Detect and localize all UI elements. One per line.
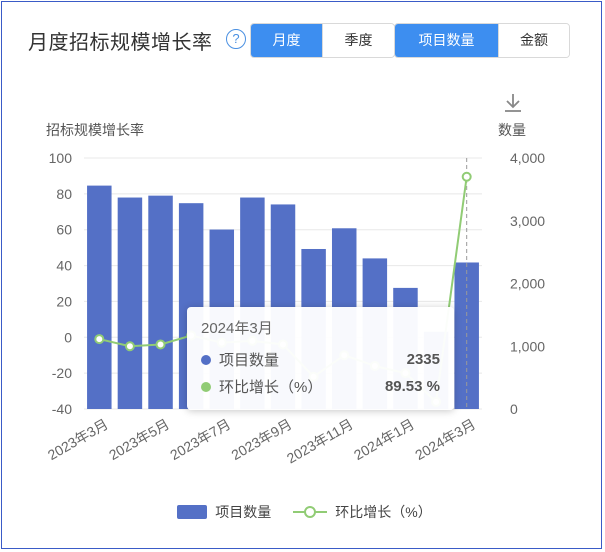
y-right-axis-label: 数量 [498,122,526,138]
growth-point [155,339,166,350]
y-right-tick-label: 3,000 [510,213,545,229]
y-right-tick-label: 1,000 [510,338,545,354]
x-tick-label: 2023年11月 [284,416,356,467]
y-right-tick-label: 2,000 [510,276,545,292]
x-tick-label: 2023年9月 [229,416,295,463]
tooltip-value: 89.53 % [384,378,440,395]
x-tick-label: 2023年7月 [167,416,233,463]
tooltip-row: 项目数量 2335 [201,346,440,373]
tooltip-value: 2335 [406,351,440,368]
bar [148,195,173,409]
growth-point [94,334,105,345]
chart-tooltip: 2024年3月 项目数量 2335 环比增长（%） 89.53 % [187,307,454,410]
y-left-tick-label: -40 [52,401,72,417]
y-right-tick-label: 0 [510,401,518,417]
bar [117,197,143,409]
legend-item-growth[interactable]: 环比增长（%） [293,502,432,522]
bar [87,185,112,409]
y-right-tick-label: 4,000 [510,150,545,166]
x-tick-label: 2023年5月 [106,416,172,463]
y-left-tick-label: 80 [56,186,72,202]
chart-card: 月度招标规模增长率 ? 月度 季度 项目数量 金额 -40 -20 0 20 40 60 8… [1,1,602,549]
y-left-tick-label: 100 [49,150,73,166]
y-left-tick-label: 20 [56,293,72,309]
tooltip-row: 环比增长（%） 89.53 % [201,373,440,400]
y-left-tick-label: 60 [56,222,72,238]
tooltip-title: 2024年3月 [201,320,273,337]
legend-label: 环比增长（%） [335,504,432,520]
legend-item-count[interactable]: 项目数量 [177,502,271,522]
tooltip-marker-icon [201,354,211,365]
x-tick-label: 2023年3月 [45,416,111,463]
y-left-tick-label: 40 [56,258,72,274]
growth-point [461,171,472,182]
tooltip-label: 环比增长（%） [219,379,323,396]
growth-point [124,341,135,352]
legend-bar-swatch-icon [177,505,208,519]
x-tick-label: 2024年1月 [351,416,417,463]
legend-label: 项目数量 [215,504,272,520]
chart-legend: 项目数量 环比增长（%） [2,502,605,522]
y-left-tick-label: 0 [64,329,72,345]
tooltip-marker-icon [201,381,211,392]
y-left-tick-label: -20 [52,365,72,381]
y-left-axis-label: 招标规模增长率 [46,122,144,138]
tooltip-label: 项目数量 [219,352,280,369]
x-tick-label: 2024年3月 [412,416,478,463]
chart-svg: -40 -20 0 20 40 60 80 100 0 1,000 2,000 3,000 4,000 招… [45,122,545,467]
legend-line-swatch-icon [293,506,328,518]
